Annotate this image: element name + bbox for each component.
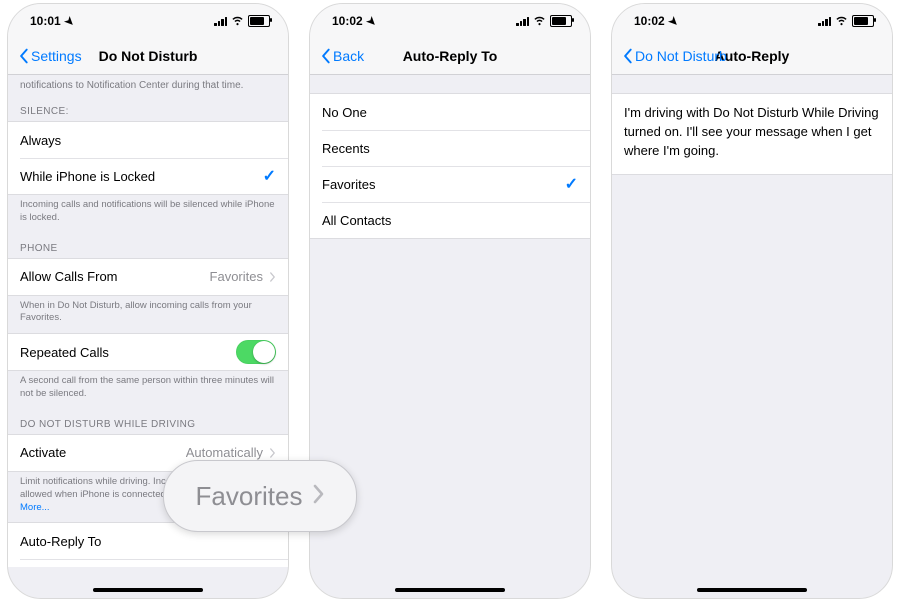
chevron-right-icon [269, 271, 276, 283]
auto-reply-to-option[interactable]: Recents [310, 130, 590, 166]
status-time: 10:02 [332, 14, 363, 28]
cell-label: Auto-Reply To [20, 534, 101, 549]
battery-icon [852, 15, 874, 27]
chevron-left-icon [18, 48, 29, 64]
cell-label: While iPhone is Locked [20, 169, 155, 184]
status-bar: 10:02 ➤ [612, 4, 892, 38]
battery-icon [248, 15, 270, 27]
option-label: Favorites [322, 177, 375, 192]
auto-reply-to-option[interactable]: Favorites ✓ [310, 166, 590, 202]
silence-locked-cell[interactable]: While iPhone is Locked ✓ [8, 158, 288, 194]
location-icon: ➤ [61, 13, 77, 29]
wifi-icon [835, 13, 848, 29]
auto-reply-to-option[interactable]: All Contacts [310, 202, 590, 238]
option-label: All Contacts [322, 213, 391, 228]
favorites-callout: Favorites [163, 460, 357, 532]
auto-reply-cell[interactable]: Auto-Reply I'm drivi [8, 559, 288, 567]
repeated-calls-toggle[interactable] [236, 340, 276, 364]
checkmark-icon: ✓ [263, 166, 276, 186]
back-label: Do Not Disturb [635, 48, 727, 64]
section-header-silence: SILENCE: [8, 96, 288, 121]
cellular-signal-icon [516, 16, 529, 26]
status-time: 10:02 [634, 14, 665, 28]
option-label: No One [322, 105, 367, 120]
truncated-header: notifications to Notification Center dur… [8, 75, 288, 96]
back-label: Back [333, 48, 364, 64]
option-label: Recents [322, 141, 370, 156]
cell-label: Allow Calls From [20, 269, 118, 284]
location-icon: ➤ [363, 13, 379, 29]
section-footer-repeated: A second call from the same person withi… [8, 371, 288, 409]
nav-bar: Do Not Disturb Auto-Reply [612, 38, 892, 75]
back-button[interactable]: Settings [18, 48, 82, 64]
cellular-signal-icon [214, 16, 227, 26]
section-header-phone: PHONE [8, 233, 288, 258]
back-button[interactable]: Back [320, 48, 364, 64]
section-footer-allow-calls: When in Do Not Disturb, allow incoming c… [8, 296, 288, 334]
status-time: 10:01 [30, 14, 61, 28]
chevron-right-icon [312, 481, 324, 512]
wifi-icon [533, 13, 546, 29]
auto-reply-to-option[interactable]: No One [310, 94, 590, 130]
chevron-right-icon [269, 447, 276, 459]
allow-calls-cell[interactable]: Allow Calls From Favorites [8, 259, 288, 295]
nav-bar: Back Auto-Reply To [310, 38, 590, 75]
cell-value: Favorites [210, 269, 263, 284]
wifi-icon [231, 13, 244, 29]
message-scroll[interactable]: I'm driving with Do Not Disturb While Dr… [612, 75, 892, 567]
nav-bar: Settings Do Not Disturb [8, 38, 288, 75]
status-bar: 10:02 ➤ [310, 4, 590, 38]
home-indicator[interactable] [697, 588, 807, 592]
location-icon: ➤ [665, 13, 681, 29]
home-indicator[interactable] [93, 588, 203, 592]
chevron-left-icon [622, 48, 633, 64]
repeated-calls-cell[interactable]: Repeated Calls [8, 334, 288, 370]
cell-value: Automatically [186, 445, 263, 460]
back-label: Settings [31, 48, 82, 64]
section-footer-silence: Incoming calls and notifications will be… [8, 195, 288, 233]
phone-auto-reply: 10:02 ➤ Do Not Disturb Auto-Reply I'm dr… [611, 3, 893, 599]
status-bar: 10:01 ➤ [8, 4, 288, 38]
battery-icon [550, 15, 572, 27]
silence-always-cell[interactable]: Always [8, 122, 288, 158]
section-header-dnd-driving: DO NOT DISTURB WHILE DRIVING [8, 409, 288, 434]
cell-label: Always [20, 133, 61, 148]
callout-label: Favorites [196, 481, 303, 512]
checkmark-icon: ✓ [565, 174, 578, 194]
home-indicator[interactable] [395, 588, 505, 592]
cellular-signal-icon [818, 16, 831, 26]
cell-label: Repeated Calls [20, 345, 109, 360]
back-button[interactable]: Do Not Disturb [622, 48, 727, 64]
auto-reply-message-field[interactable]: I'm driving with Do Not Disturb While Dr… [612, 93, 892, 175]
cell-label: Activate [20, 445, 66, 460]
chevron-left-icon [320, 48, 331, 64]
